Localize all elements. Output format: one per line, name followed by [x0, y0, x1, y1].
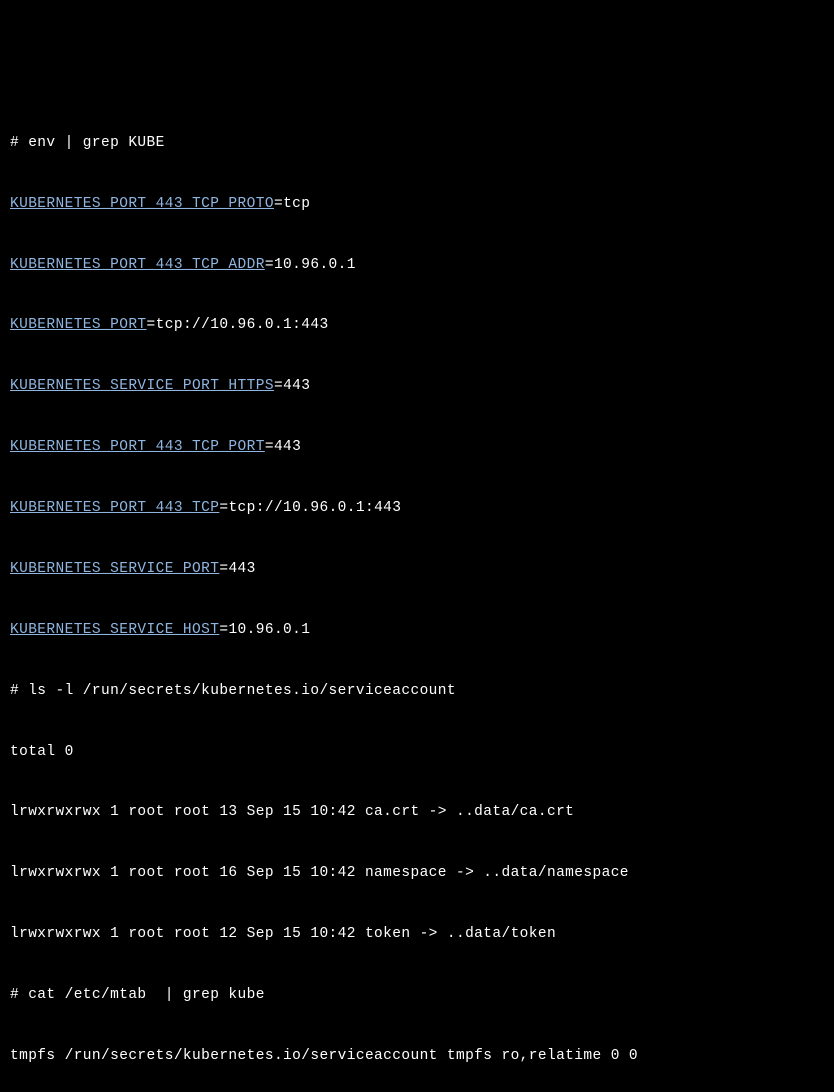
env-key: KUBERNETES_PORT_443_TCP [10, 500, 219, 516]
env-value: 443 [228, 561, 255, 577]
command-text-3: cat /etc/mtab | grep kube [28, 987, 265, 1003]
env-equals: = [274, 378, 283, 394]
env-key: KUBERNETES_PORT [10, 317, 147, 333]
env-key: KUBERNETES_SERVICE_PORT_HTTPS [10, 378, 274, 394]
env-equals: = [219, 622, 228, 638]
prompt-2: # [10, 683, 28, 699]
env-line-4: KUBERNETES_PORT_443_TCP_PORT=443 [10, 432, 824, 462]
command-text-2: ls -l /run/secrets/kubernetes.io/service… [28, 683, 456, 699]
env-line-0: KUBERNETES_PORT_443_TCP_PROTO=tcp [10, 189, 824, 219]
env-key: KUBERNETES_PORT_443_TCP_PROTO [10, 196, 274, 212]
env-equals: = [265, 439, 274, 455]
env-line-2: KUBERNETES_PORT=tcp://10.96.0.1:443 [10, 310, 824, 340]
ls-row: lrwxrwxrwx 1 root root 13 Sep 15 10:42 c… [10, 797, 824, 827]
env-line-5: KUBERNETES_PORT_443_TCP=tcp://10.96.0.1:… [10, 493, 824, 523]
env-value: tcp [283, 196, 310, 212]
prompt-3: # [10, 987, 28, 1003]
prompt-1: # [10, 135, 28, 151]
env-line-7: KUBERNETES_SERVICE_HOST=10.96.0.1 [10, 615, 824, 645]
env-equals: = [219, 561, 228, 577]
env-equals: = [274, 196, 283, 212]
env-value: 10.96.0.1 [274, 257, 356, 273]
ls-row: lrwxrwxrwx 1 root root 12 Sep 15 10:42 t… [10, 919, 824, 949]
ls-row: lrwxrwxrwx 1 root root 16 Sep 15 10:42 n… [10, 858, 824, 888]
command-line-2[interactable]: # ls -l /run/secrets/kubernetes.io/servi… [10, 676, 824, 706]
env-value: 10.96.0.1 [228, 622, 310, 638]
env-value: tcp://10.96.0.1:443 [156, 317, 329, 333]
command-line-1[interactable]: # env | grep KUBE [10, 128, 824, 158]
env-value: 443 [283, 378, 310, 394]
command-line-3[interactable]: # cat /etc/mtab | grep kube [10, 980, 824, 1010]
env-equals: = [265, 257, 274, 273]
env-line-1: KUBERNETES_PORT_443_TCP_ADDR=10.96.0.1 [10, 250, 824, 280]
env-value: tcp://10.96.0.1:443 [228, 500, 401, 516]
ls-total: total 0 [10, 737, 824, 767]
env-key: KUBERNETES_PORT_443_TCP_PORT [10, 439, 265, 455]
mtab-output: tmpfs /run/secrets/kubernetes.io/service… [10, 1041, 824, 1071]
env-line-6: KUBERNETES_SERVICE_PORT=443 [10, 554, 824, 584]
env-key: KUBERNETES_SERVICE_HOST [10, 622, 219, 638]
env-key: KUBERNETES_PORT_443_TCP_ADDR [10, 257, 265, 273]
env-equals: = [147, 317, 156, 333]
command-text-1: env | grep KUBE [28, 135, 165, 151]
env-key: KUBERNETES_SERVICE_PORT [10, 561, 219, 577]
env-value: 443 [274, 439, 301, 455]
env-line-3: KUBERNETES_SERVICE_PORT_HTTPS=443 [10, 371, 824, 401]
